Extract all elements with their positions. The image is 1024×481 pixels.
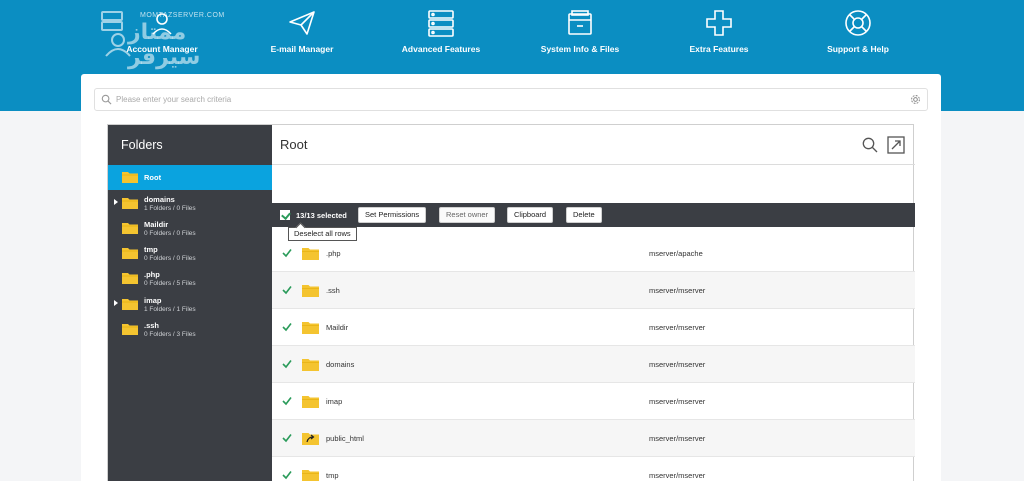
- folder-icon: [122, 172, 138, 183]
- sidebar-folder-tmp[interactable]: tmp 0 Folders / 0 Files: [108, 241, 272, 266]
- folder-icon: [302, 359, 319, 371]
- folder-icon: [302, 396, 319, 408]
- header-divider: [272, 164, 915, 165]
- clipboard-button[interactable]: Clipboard: [507, 207, 554, 223]
- nav-account-manager[interactable]: Account Manager: [92, 8, 232, 54]
- file-name[interactable]: public_html: [326, 434, 364, 443]
- check-icon[interactable]: [282, 248, 292, 258]
- set-permissions-button[interactable]: Set Permissions: [358, 207, 427, 223]
- file-owner: mserver/apache: [649, 249, 703, 258]
- folder-icon: [302, 285, 319, 297]
- file-list-panel: Root 13/13 selected Set Permissions Rese…: [272, 125, 915, 481]
- nav-extra-features[interactable]: Extra Features: [649, 8, 789, 54]
- paper-plane-icon: [289, 11, 315, 35]
- sidebar-folder-ssh[interactable]: .ssh 0 Folders / 3 Files: [108, 317, 272, 342]
- folder-icon: [302, 470, 319, 481]
- check-icon[interactable]: [282, 470, 292, 480]
- file-owner: mserver/mserver: [649, 434, 706, 443]
- symlink-folder-icon: [302, 433, 319, 445]
- sidebar-folder-domains[interactable]: domains 1 Folders / 0 Files: [108, 191, 272, 216]
- nav-advanced-features[interactable]: Advanced Features: [371, 8, 511, 54]
- file-name[interactable]: imap: [326, 397, 342, 406]
- plus-icon: [706, 10, 732, 36]
- file-owner: mserver/mserver: [649, 471, 706, 480]
- expand-icon[interactable]: [887, 136, 905, 154]
- sidebar-title: Folders: [121, 138, 163, 152]
- sidebar-folder-php[interactable]: .php 0 Folders / 5 Files: [108, 266, 272, 291]
- file-owner: mserver/mserver: [649, 323, 706, 332]
- nav-support-help[interactable]: Support & Help: [788, 8, 928, 54]
- expand-arrow-icon[interactable]: [114, 199, 118, 205]
- file-cabinet-icon: [568, 10, 592, 35]
- file-name[interactable]: tmp: [326, 471, 339, 480]
- reset-owner-button[interactable]: Reset owner: [439, 207, 496, 223]
- file-name[interactable]: .php: [326, 249, 341, 258]
- table-row[interactable]: .ssh mserver/mserver: [272, 272, 915, 309]
- table-row[interactable]: imap mserver/mserver: [272, 383, 915, 420]
- file-owner: mserver/mserver: [649, 397, 706, 406]
- folder-icon: [302, 248, 319, 260]
- search-input[interactable]: [116, 91, 896, 108]
- folder-icon: [122, 223, 138, 234]
- table-row[interactable]: .php mserver/apache: [272, 235, 915, 272]
- folders-sidebar: Folders Root domains 1 Folders / 0 Files…: [108, 125, 272, 481]
- sidebar-folder-imap[interactable]: imap 1 Folders / 1 Files: [108, 292, 272, 317]
- select-all-checkbox[interactable]: [280, 210, 290, 220]
- check-icon[interactable]: [282, 359, 292, 369]
- check-icon[interactable]: [282, 322, 292, 332]
- folder-icon: [122, 248, 138, 259]
- file-name[interactable]: Maildir: [326, 323, 348, 332]
- table-row[interactable]: tmp mserver/mserver: [272, 457, 915, 481]
- nav-system-info-files[interactable]: System Info & Files: [510, 8, 650, 54]
- lifebuoy-icon: [845, 10, 871, 36]
- check-icon[interactable]: [282, 433, 292, 443]
- search-icon: [101, 94, 112, 105]
- file-owner: mserver/mserver: [649, 286, 706, 295]
- account-manager-icon: [152, 13, 172, 35]
- check-icon[interactable]: [282, 396, 292, 406]
- table-row[interactable]: domains mserver/mserver: [272, 346, 915, 383]
- search-icon[interactable]: [862, 137, 878, 153]
- file-manager: Folders Root domains 1 Folders / 0 Files…: [107, 124, 915, 481]
- file-name[interactable]: domains: [326, 360, 354, 369]
- selection-toolbar: 13/13 selected Set Permissions Reset own…: [272, 203, 915, 227]
- file-name[interactable]: .ssh: [326, 286, 340, 295]
- search-bar[interactable]: [94, 88, 928, 111]
- gear-icon[interactable]: [910, 94, 921, 105]
- sidebar-folder-root[interactable]: Root: [108, 165, 272, 190]
- server-icon: [428, 10, 454, 37]
- folder-icon: [122, 273, 138, 284]
- current-folder-title: Root: [280, 137, 308, 152]
- folder-icon: [122, 198, 138, 209]
- nav-email-manager[interactable]: E-mail Manager: [232, 8, 372, 54]
- folder-icon: [122, 324, 138, 335]
- table-row[interactable]: public_html mserver/mserver: [272, 420, 915, 457]
- folder-icon: [302, 322, 319, 334]
- table-row[interactable]: Maildir mserver/mserver: [272, 309, 915, 346]
- check-icon[interactable]: [282, 285, 292, 295]
- expand-arrow-icon[interactable]: [114, 300, 118, 306]
- deselect-tooltip: Deselect all rows: [288, 227, 357, 241]
- sidebar-folder-maildir[interactable]: Maildir 0 Folders / 0 Files: [108, 216, 272, 241]
- selection-count: 13/13 selected: [296, 211, 347, 220]
- delete-button[interactable]: Delete: [566, 207, 602, 223]
- file-owner: mserver/mserver: [649, 360, 706, 369]
- folder-icon: [122, 299, 138, 310]
